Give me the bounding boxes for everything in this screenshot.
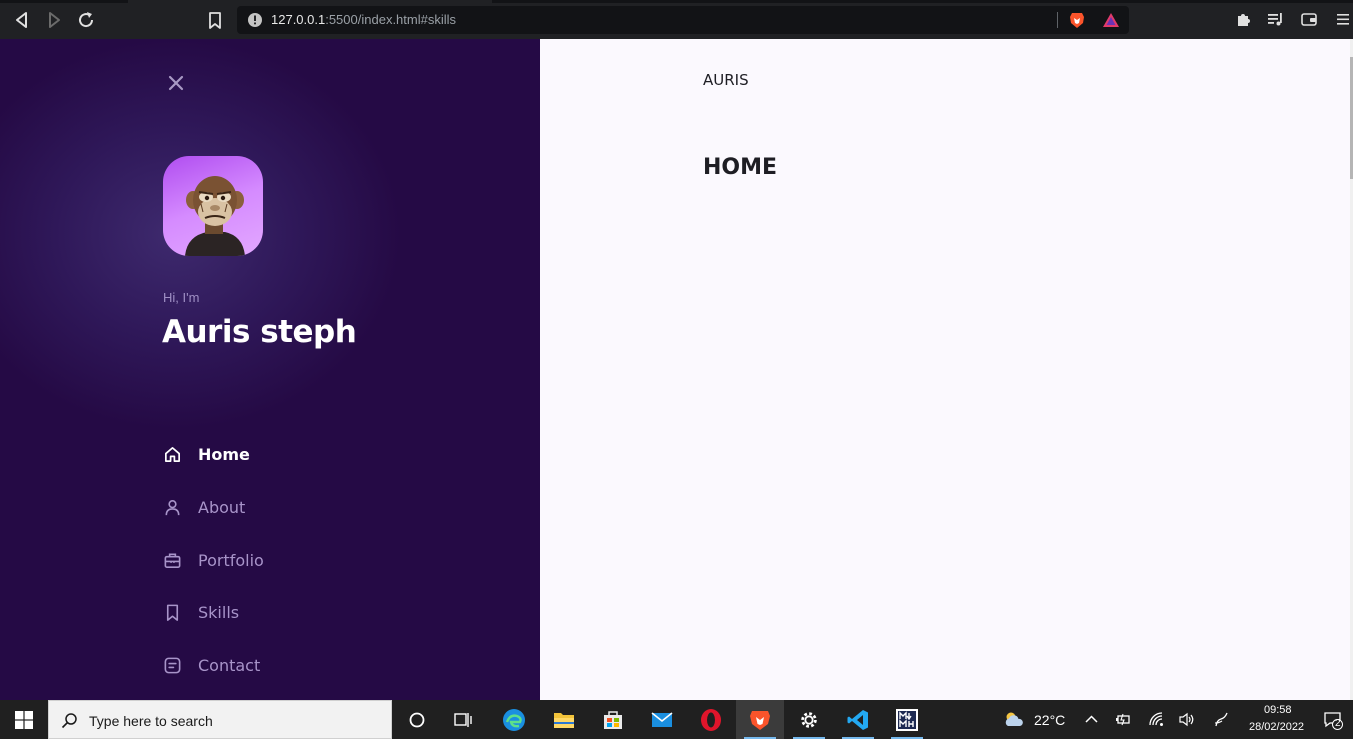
taskbar-brave[interactable] bbox=[736, 700, 784, 739]
playlist-icon bbox=[1268, 13, 1282, 26]
tab-strip bbox=[0, 0, 1353, 3]
taskbar-search-box[interactable]: Type here to search bbox=[48, 700, 392, 739]
battery-icon[interactable] bbox=[1114, 711, 1131, 728]
brave-icon bbox=[750, 710, 770, 730]
bookmark-icon bbox=[163, 603, 182, 622]
url-host: 127.0.0.1 bbox=[271, 12, 326, 27]
sidebar-item-label: Home bbox=[198, 444, 250, 464]
taskbar-settings[interactable] bbox=[785, 700, 833, 739]
url-text: 127.0.0.1:5500/index.html#skills bbox=[271, 12, 456, 27]
taskbar-store[interactable] bbox=[589, 700, 637, 739]
browser-menu-button[interactable] bbox=[1334, 10, 1352, 28]
taskbar: Type here to search 22°C 09:58 28/02/202… bbox=[0, 700, 1353, 739]
taskbar-app[interactable] bbox=[883, 700, 931, 739]
volume-icon[interactable] bbox=[1178, 711, 1195, 728]
chevron-up-icon[interactable] bbox=[1083, 711, 1100, 728]
avatar bbox=[163, 156, 263, 256]
hamburger-menu-icon bbox=[1337, 14, 1349, 25]
wallet-icon bbox=[1301, 13, 1317, 26]
greeting-text: Hi, I'm bbox=[163, 290, 200, 305]
brave-rewards-icon[interactable] bbox=[1102, 12, 1120, 28]
task-view-button[interactable] bbox=[440, 700, 488, 739]
gear-icon bbox=[801, 711, 817, 728]
notification-count-badge: 2 bbox=[1335, 718, 1341, 729]
windows-logo-icon bbox=[15, 710, 33, 729]
user-icon bbox=[163, 498, 182, 517]
search-icon bbox=[61, 713, 77, 729]
pen-ink-icon[interactable] bbox=[1213, 711, 1230, 728]
taskbar-edge[interactable] bbox=[490, 700, 538, 739]
bookmark-page-button[interactable] bbox=[204, 9, 226, 31]
browser-toolbar: 127.0.0.1:5500/index.html#skills bbox=[0, 0, 1353, 39]
folder-icon bbox=[554, 712, 574, 728]
sidebar-item-label: Skills bbox=[198, 602, 240, 622]
reload-icon bbox=[79, 12, 94, 28]
sidebar-item-contact[interactable]: Contact bbox=[163, 652, 260, 678]
mail-icon bbox=[651, 711, 673, 727]
sidebar-item-home[interactable]: Home bbox=[163, 441, 250, 467]
back-button[interactable] bbox=[11, 9, 33, 31]
url-path: :5500/index.html#skills bbox=[325, 12, 457, 27]
sidebar-item-about[interactable]: About bbox=[163, 494, 245, 520]
wifi-icon[interactable] bbox=[1148, 711, 1165, 728]
cortana-button[interactable] bbox=[393, 700, 441, 739]
close-sidebar-button[interactable] bbox=[165, 72, 187, 94]
playlist-button[interactable] bbox=[1266, 10, 1284, 28]
weather-temperature[interactable]: 22°C bbox=[1034, 712, 1065, 728]
forward-icon bbox=[49, 12, 60, 28]
site-info-icon[interactable] bbox=[247, 12, 263, 28]
close-icon bbox=[168, 75, 184, 91]
opera-icon bbox=[701, 708, 721, 731]
clock-time[interactable]: 09:58 bbox=[1264, 704, 1292, 716]
url-divider bbox=[1057, 12, 1058, 28]
taskbar-file-explorer[interactable] bbox=[540, 700, 588, 739]
main-content: AURIS HOME bbox=[540, 39, 1350, 700]
ape-avatar-image bbox=[185, 176, 245, 256]
page-title: HOME bbox=[703, 155, 778, 180]
active-tab-indicator bbox=[128, 0, 492, 3]
taskbar-opera[interactable] bbox=[687, 700, 735, 739]
message-icon bbox=[163, 656, 182, 675]
vscode-icon bbox=[847, 709, 868, 730]
forward-button[interactable] bbox=[43, 9, 65, 31]
reload-button[interactable] bbox=[75, 9, 97, 31]
task-view-icon bbox=[454, 712, 472, 727]
address-bar[interactable]: 127.0.0.1:5500/index.html#skills bbox=[237, 6, 1129, 34]
profile-name: Auris steph bbox=[162, 314, 357, 350]
briefcase-icon bbox=[163, 551, 182, 570]
search-placeholder: Type here to search bbox=[89, 713, 213, 729]
start-button[interactable] bbox=[0, 700, 48, 739]
store-icon bbox=[604, 710, 622, 729]
puzzle-icon bbox=[1238, 14, 1250, 26]
sidebar-item-label: About bbox=[198, 497, 246, 517]
markdown-app-icon bbox=[896, 708, 918, 731]
site-logo[interactable]: AURIS bbox=[703, 71, 749, 89]
edge-icon bbox=[503, 708, 525, 731]
back-icon bbox=[16, 12, 27, 28]
extensions-button[interactable] bbox=[1235, 10, 1253, 28]
sidebar-item-label: Contact bbox=[198, 655, 261, 675]
sidebar: Hi, I'm Auris steph Home About Portfolio… bbox=[0, 39, 540, 700]
sidebar-item-label: Portfolio bbox=[198, 550, 264, 570]
wallet-button[interactable] bbox=[1300, 10, 1318, 28]
weather-cloud-icon[interactable] bbox=[1003, 710, 1025, 728]
cortana-icon bbox=[409, 712, 425, 727]
brave-shields-icon[interactable] bbox=[1069, 11, 1085, 29]
clock-date[interactable]: 28/02/2022 bbox=[1249, 721, 1304, 733]
sidebar-item-portfolio[interactable]: Portfolio bbox=[163, 547, 264, 573]
home-icon bbox=[163, 445, 182, 464]
taskbar-mail[interactable] bbox=[638, 700, 686, 739]
taskbar-vscode[interactable] bbox=[834, 700, 882, 739]
bookmark-outline-icon bbox=[209, 12, 221, 29]
sidebar-item-skills[interactable]: Skills bbox=[163, 599, 239, 625]
